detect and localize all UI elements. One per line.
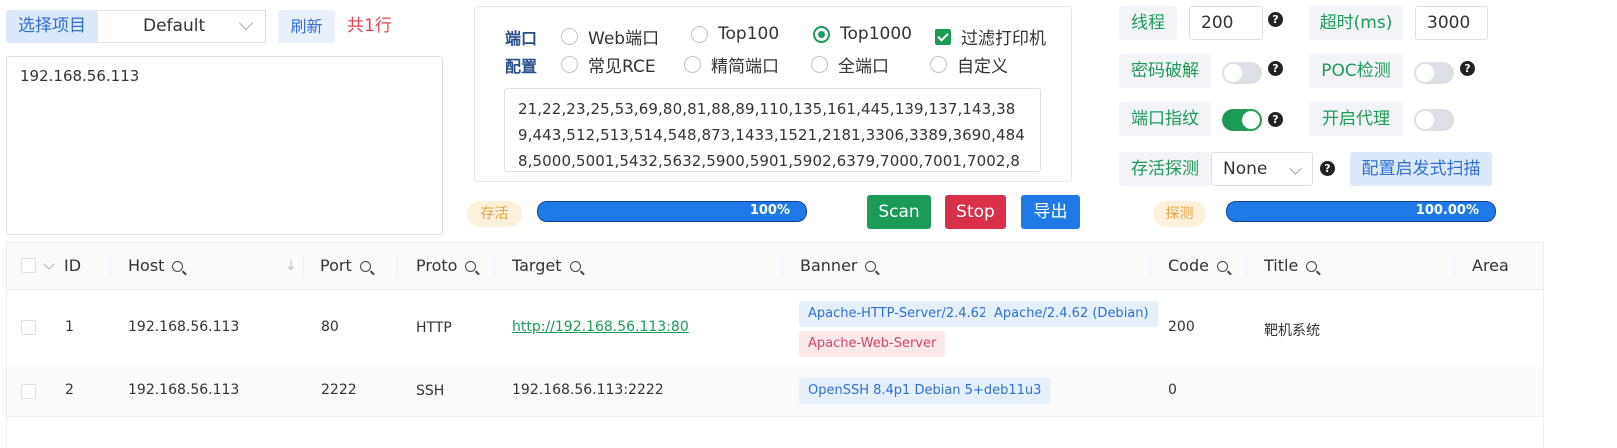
header-proto[interactable]: Proto [416, 243, 477, 289]
help-icon[interactable]: ? [1320, 161, 1335, 176]
cell-target: 192.168.56.113:2222 [512, 382, 664, 398]
row-count: 共1行 [347, 16, 392, 36]
cell-target-link[interactable]: http://192.168.56.113:80 [512, 319, 689, 335]
timeout-input[interactable]: 3000 [1415, 6, 1488, 40]
refresh-button[interactable]: 刷新 [278, 10, 335, 43]
project-label: 选择项目 [6, 10, 98, 43]
brute-label: 密码破解 [1119, 54, 1211, 88]
banner-tag: Apache/2.4.62 (Debian) [985, 301, 1158, 327]
select-all-checkbox[interactable] [21, 258, 36, 273]
alive-detect-value: None [1223, 159, 1268, 179]
cell-proto: HTTP [416, 320, 452, 336]
row-checkbox[interactable] [21, 384, 36, 399]
radio-circle [811, 56, 828, 73]
brute-switch[interactable] [1222, 62, 1262, 84]
search-icon[interactable] [865, 261, 877, 272]
threads-label: 线程 [1119, 6, 1177, 40]
radio-circle [930, 56, 947, 73]
timeout-label: 超时(ms) [1309, 6, 1403, 40]
detect-progress-text: 100.00% [1415, 203, 1479, 218]
alive-detect-label: 存活探测 [1119, 152, 1211, 186]
header-title[interactable]: Title [1264, 243, 1318, 289]
radio-circle [684, 56, 701, 73]
port-config-title-1: 端口 [505, 29, 538, 48]
cell-port: 2222 [321, 382, 357, 398]
radio-circle-selected [813, 25, 830, 43]
row-checkbox[interactable] [21, 320, 36, 335]
heuristic-scan-button[interactable]: 配置启发式扫描 [1350, 152, 1492, 186]
banner-tag: OpenSSH 8.4p1 Debian 5+deb11u3 [799, 378, 1051, 404]
help-icon[interactable]: ? [1268, 12, 1283, 27]
threads-input[interactable]: 200 [1189, 6, 1263, 40]
banner-tag: Apache-Web-Server [799, 331, 946, 357]
radio-circle [561, 28, 578, 45]
radio-circle [561, 56, 578, 73]
radio-web-ports[interactable]: Web端口 [561, 24, 659, 49]
alive-tag: 存活 [467, 201, 522, 227]
cell-host: 192.168.56.113 [128, 319, 240, 335]
header-target[interactable]: Target [512, 243, 581, 289]
header-banner[interactable]: Banner [800, 243, 877, 289]
search-icon[interactable] [359, 261, 371, 272]
radio-common-rce[interactable]: 常见RCE [561, 52, 656, 77]
project-select[interactable]: Default [98, 10, 266, 43]
cell-title: 靶机系统 [1264, 323, 1320, 339]
cell-code: 200 [1168, 319, 1195, 335]
chevron-down-icon [1289, 162, 1302, 175]
banner-tag: Apache-HTTP-Server/2.4.62 [799, 301, 997, 327]
header-code[interactable]: Code [1168, 243, 1228, 289]
checkbox-filter-printer[interactable]: 过滤打印机 [935, 24, 1046, 49]
cell-proto: SSH [416, 383, 445, 399]
port-list-input[interactable]: 21,22,23,25,53,69,80,81,88,89,110,135,16… [504, 88, 1041, 172]
search-icon[interactable] [1216, 261, 1228, 272]
header-host[interactable]: Host [128, 243, 184, 289]
cell-host: 192.168.56.113 [128, 382, 240, 398]
cell-id: 1 [65, 319, 74, 335]
alive-detect-select[interactable]: None [1211, 152, 1313, 186]
proxy-switch[interactable] [1414, 109, 1454, 131]
detect-tag: 探测 [1153, 201, 1206, 227]
table-header: ID Host ↓ Port Proto Target Banner Code … [7, 243, 1543, 290]
detect-progress-bar: 100.00% [1226, 201, 1496, 222]
poc-label: POC检测 [1309, 54, 1403, 88]
alive-progress-bar: 100% [537, 201, 807, 222]
hosts-input[interactable]: 192.168.56.113 [6, 56, 443, 235]
cell-code: 0 [1168, 382, 1177, 398]
checkbox-checked-icon [935, 28, 951, 45]
table-row[interactable]: 1 192.168.56.113 80 HTTP http://192.168.… [7, 289, 1543, 368]
cell-port: 80 [321, 319, 339, 335]
help-icon[interactable]: ? [1268, 112, 1283, 127]
proxy-label: 开启代理 [1309, 102, 1403, 136]
header-port[interactable]: Port [320, 243, 371, 289]
search-icon[interactable] [569, 261, 581, 272]
header-area[interactable]: Area [1472, 243, 1509, 289]
radio-all-ports[interactable]: 全端口 [811, 52, 889, 77]
results-table: ID Host ↓ Port Proto Target Banner Code … [6, 242, 1544, 448]
help-icon[interactable]: ? [1268, 61, 1283, 76]
search-icon[interactable] [172, 261, 184, 272]
cell-id: 2 [65, 382, 74, 398]
project-select-value: Default [143, 16, 206, 36]
chevron-down-icon [238, 15, 254, 31]
radio-top1000[interactable]: Top1000 [813, 24, 912, 44]
table-row[interactable]: 2 192.168.56.113 2222 SSH 192.168.56.113… [7, 367, 1543, 417]
radio-custom[interactable]: 自定义 [930, 52, 1008, 77]
scan-button[interactable]: Scan [867, 195, 931, 229]
radio-circle [691, 25, 708, 43]
sort-icon[interactable]: ↓ [285, 243, 297, 289]
chevron-down-icon[interactable] [43, 258, 55, 270]
fingerprint-label: 端口指纹 [1119, 102, 1211, 136]
poc-switch[interactable] [1414, 62, 1454, 84]
alive-progress-text: 100% [749, 203, 790, 218]
fingerprint-switch[interactable] [1222, 109, 1262, 131]
radio-lite-ports[interactable]: 精简端口 [684, 52, 779, 77]
radio-top100[interactable]: Top100 [691, 24, 779, 44]
stop-button[interactable]: Stop [945, 195, 1006, 229]
export-button[interactable]: 导出 [1021, 195, 1080, 229]
port-config-title-2: 配置 [505, 57, 538, 76]
header-id[interactable]: ID [64, 243, 81, 289]
help-icon[interactable]: ? [1460, 61, 1475, 76]
search-icon[interactable] [465, 261, 477, 272]
search-icon[interactable] [1306, 261, 1318, 272]
